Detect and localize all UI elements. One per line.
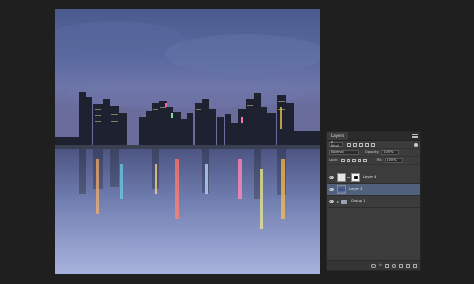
- layer-name: Layer 3: [349, 186, 363, 191]
- layer-list: Layer 4 Layer 3 Group 1: [327, 172, 420, 208]
- folder-icon[interactable]: [399, 263, 403, 268]
- lock-image-icon[interactable]: [346, 158, 351, 163]
- fill-label: Fill:: [376, 157, 383, 162]
- panel-tab-bar: Layers: [327, 132, 420, 141]
- layer-row-layer-4[interactable]: Layer 4: [327, 172, 420, 184]
- expand-caret-icon[interactable]: [337, 200, 339, 203]
- fill-field[interactable]: 100%: [384, 158, 403, 163]
- filter-kind-select[interactable]: ρ Kind: [329, 140, 343, 147]
- blend-row: Normal Opacity: 100%: [327, 149, 420, 157]
- visibility-eye-icon[interactable]: [329, 188, 334, 191]
- pixel-filter-icon[interactable]: [347, 142, 351, 147]
- link-icon[interactable]: [370, 263, 376, 268]
- layer-name: Layer 4: [363, 174, 377, 179]
- shape-filter-icon[interactable]: [365, 142, 369, 147]
- layer-name: Group 1: [351, 198, 366, 203]
- layer-row-group-1[interactable]: Group 1: [327, 196, 420, 208]
- visibility-eye-icon[interactable]: [329, 176, 334, 179]
- folder-icon: [341, 199, 347, 204]
- filter-row: ρ Kind: [327, 140, 420, 149]
- lock-artboard-icon[interactable]: [357, 158, 362, 163]
- new-layer-icon[interactable]: [406, 263, 410, 268]
- layer-mask-thumbnail[interactable]: [351, 173, 360, 182]
- adjustment-filter-icon[interactable]: [353, 142, 357, 147]
- opacity-label: Opacity:: [365, 149, 380, 154]
- lock-position-icon[interactable]: [352, 158, 356, 163]
- blend-mode-select[interactable]: Normal: [329, 150, 359, 155]
- lock-row: Lock: Fill: 100%: [327, 157, 420, 165]
- filter-icons: [347, 142, 375, 147]
- mask-icon[interactable]: [385, 263, 389, 268]
- lock-label: Lock:: [329, 157, 339, 162]
- smart-object-filter-icon[interactable]: [371, 142, 375, 147]
- document-canvas[interactable]: [55, 9, 320, 274]
- tab-layers[interactable]: Layers: [327, 132, 349, 140]
- trash-icon[interactable]: [413, 263, 417, 268]
- adjustment-icon[interactable]: [392, 263, 396, 268]
- fx-icon[interactable]: fx: [379, 263, 382, 268]
- layer-thumbnail: [337, 173, 346, 182]
- type-filter-icon[interactable]: [359, 142, 363, 147]
- layer-row-layer-3[interactable]: Layer 3: [327, 184, 420, 196]
- visibility-eye-icon[interactable]: [329, 200, 334, 203]
- city-skyline-image: [55, 9, 320, 274]
- layer-thumbnail: [337, 185, 346, 194]
- lock-all-icon[interactable]: [363, 158, 367, 163]
- layers-panel: Layers ρ Kind Normal Opacity: 100% Lock:…: [326, 131, 421, 271]
- panel-footer: fx: [327, 260, 420, 270]
- mask-link-icon[interactable]: [347, 177, 350, 178]
- panel-menu-icon[interactable]: [412, 133, 418, 139]
- opacity-field[interactable]: 100%: [381, 150, 400, 155]
- filter-toggle-icon[interactable]: [414, 142, 418, 147]
- lock-icons: [341, 158, 367, 163]
- lock-transparent-icon[interactable]: [341, 158, 345, 163]
